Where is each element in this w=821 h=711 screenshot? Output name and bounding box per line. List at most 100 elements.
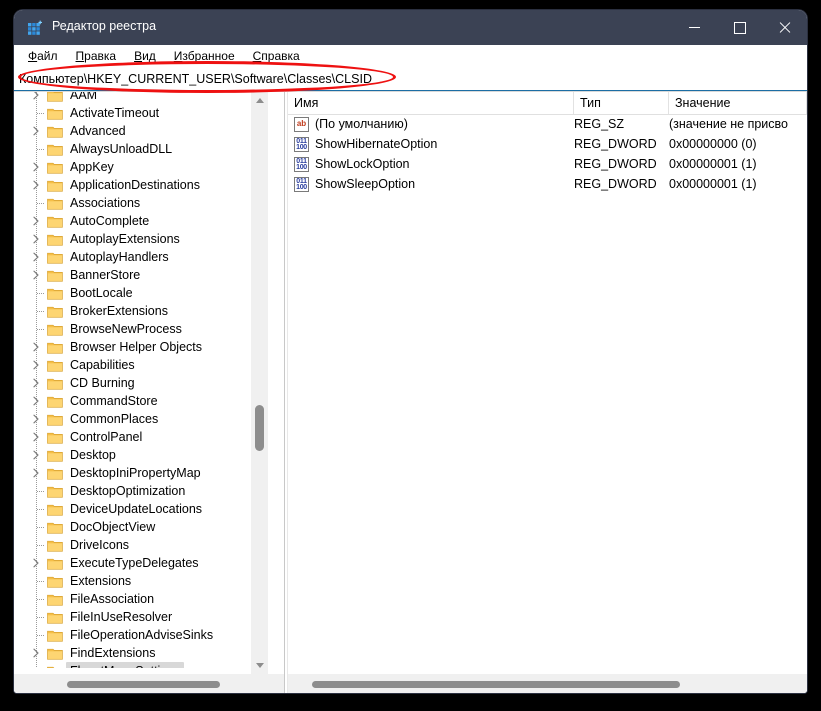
tree-item-docobjectview[interactable]: DocObjectView [14, 518, 268, 536]
tree-horizontal-scrollbar[interactable] [14, 674, 284, 693]
chevron-right-icon[interactable] [30, 215, 42, 227]
tree-item-brokerextensions[interactable]: BrokerExtensions [14, 302, 268, 320]
dword-value-icon: 011 100 [294, 157, 309, 172]
value-row[interactable]: 011 100 ShowLockOption REG_DWORD 0x00000001 … [288, 155, 807, 175]
chevron-right-icon[interactable] [30, 179, 42, 191]
tree-connector-line [37, 617, 44, 618]
menu-item-view[interactable]: Вид [134, 47, 165, 65]
tree-hscroll-thumb[interactable] [67, 681, 220, 688]
tree-item-bootlocale[interactable]: BootLocale [14, 284, 268, 302]
tree-connector-line [37, 527, 44, 528]
tree-item-commonplaces[interactable]: CommonPlaces [14, 410, 268, 428]
folder-icon [47, 593, 63, 606]
address-input[interactable] [14, 68, 807, 89]
close-button[interactable] [762, 10, 807, 45]
tree-item-autoplayextensions[interactable]: AutoplayExtensions [14, 230, 268, 248]
registry-tree[interactable]: AAM ActivateTimeout Advanced AlwaysUnloadDL… [14, 92, 268, 668]
tree-item-autoplayhandlers[interactable]: AutoplayHandlers [14, 248, 268, 266]
chevron-right-icon[interactable] [30, 395, 42, 407]
folder-icon [47, 287, 63, 300]
column-header-value[interactable]: Значение [669, 92, 807, 114]
tree-item-applicationdestinations[interactable]: ApplicationDestinations [14, 176, 268, 194]
folder-icon [47, 557, 63, 570]
tree-item-deviceupdatelocations[interactable]: DeviceUpdateLocations [14, 500, 268, 518]
tree-item-bannerstore[interactable]: BannerStore [14, 266, 268, 284]
tree-item-cd-burning[interactable]: CD Burning [14, 374, 268, 392]
tree-item-desktopoptimization[interactable]: DesktopOptimization [14, 482, 268, 500]
tree-item-fileoperationadvisesinks[interactable]: FileOperationAdviseSinks [14, 626, 268, 644]
tree-item-associations[interactable]: Associations [14, 194, 268, 212]
tree-item-browser-helper-objects[interactable]: Browser Helper Objects [14, 338, 268, 356]
values-horizontal-scrollbar[interactable] [288, 674, 807, 693]
chevron-right-icon[interactable] [30, 431, 42, 443]
tree-indent-guide [36, 662, 37, 668]
chevron-right-icon[interactable] [30, 233, 42, 245]
values-hscroll-thumb[interactable] [312, 681, 680, 688]
chevron-right-icon[interactable] [30, 647, 42, 659]
tree-item-driveicons[interactable]: DriveIcons [14, 536, 268, 554]
tree-item-appkey[interactable]: AppKey [14, 158, 268, 176]
chevron-right-icon[interactable] [30, 377, 42, 389]
chevron-right-icon[interactable] [30, 161, 42, 173]
title-bar[interactable]: Редактор реестра [14, 10, 807, 45]
tree-item-autocomplete[interactable]: AutoComplete [14, 212, 268, 230]
tree-item-fileinuseresolver[interactable]: FileInUseResolver [14, 608, 268, 626]
chevron-right-icon[interactable] [30, 557, 42, 569]
menu-item-file[interactable]: Файл [28, 47, 67, 65]
scroll-up-button[interactable] [251, 92, 268, 109]
tree-item-desktop[interactable]: Desktop [14, 446, 268, 464]
scroll-down-button[interactable] [251, 657, 268, 674]
menu-item-favorites[interactable]: Избранное [174, 47, 244, 65]
tree-item-executetypedelegates[interactable]: ExecuteTypeDelegates [14, 554, 268, 572]
folder-icon [47, 521, 63, 534]
menu-label: збранное [182, 49, 235, 63]
folder-icon [47, 107, 63, 120]
value-row[interactable]: ab (По умолчанию) REG_SZ (значение не присв… [288, 115, 807, 135]
main-content: AAM ActivateTimeout Advanced AlwaysUnloadDL… [14, 92, 807, 693]
value-row[interactable]: 011 100 ShowSleepOption REG_DWORD 0x00000001… [288, 175, 807, 195]
tree-item-browsenewprocess[interactable]: BrowseNewProcess [14, 320, 268, 338]
menu-item-help[interactable]: Справка [253, 47, 309, 65]
tree-item-fileassociation[interactable]: FileAssociation [14, 590, 268, 608]
chevron-right-icon[interactable] [30, 359, 42, 371]
chevron-right-icon[interactable] [30, 341, 42, 353]
chevron-right-icon[interactable] [30, 92, 42, 101]
chevron-right-icon[interactable] [30, 467, 42, 479]
chevron-right-icon[interactable] [30, 449, 42, 461]
chevron-right-icon[interactable] [30, 269, 42, 281]
column-header-name[interactable]: Имя [288, 92, 574, 114]
folder-icon [47, 305, 63, 318]
tree-item-commandstore[interactable]: CommandStore [14, 392, 268, 410]
dword-value-icon: 011 100 [294, 177, 309, 192]
value-row[interactable]: 011 100 ShowHibernateOption REG_DWORD 0x0000… [288, 135, 807, 155]
tree-item-findextensions[interactable]: FindExtensions [14, 644, 268, 662]
tree-item-flyoutmenusettings[interactable]: FlyoutMenuSettings [14, 662, 268, 668]
tree-item-controlpanel[interactable]: ControlPanel [14, 428, 268, 446]
menu-item-edit[interactable]: Правка [76, 47, 126, 65]
menu-label: айл [37, 49, 58, 63]
tree-item-capabilities[interactable]: Capabilities [14, 356, 268, 374]
folder-icon [47, 197, 63, 210]
menu-bar: Файл Правка Вид Избранное Справка [14, 45, 807, 67]
menu-label: ид [142, 49, 156, 63]
chevron-right-icon[interactable] [30, 251, 42, 263]
tree-item-label: DeviceUpdateLocations [70, 502, 203, 516]
tree-item-alwaysunloaddll[interactable]: AlwaysUnloadDLL [14, 140, 268, 158]
values-list[interactable]: ab (По умолчанию) REG_SZ (значение не присв… [288, 115, 807, 673]
tree-item-activatetimeout[interactable]: ActivateTimeout [14, 104, 268, 122]
tree-item-label: AutoComplete [70, 214, 150, 228]
tree-item-desktopinipropertymap[interactable]: DesktopIniPropertyMap [14, 464, 268, 482]
tree-item-extensions[interactable]: Extensions [14, 572, 268, 590]
tree-connector-line [37, 599, 44, 600]
tree-item-advanced[interactable]: Advanced [14, 122, 268, 140]
tree-vertical-scrollbar[interactable] [250, 92, 268, 674]
tree-item-label: CD Burning [70, 376, 135, 390]
chevron-right-icon[interactable] [30, 125, 42, 137]
tree-item-label: AlwaysUnloadDLL [70, 142, 173, 156]
column-header-type[interactable]: Тип [574, 92, 669, 114]
maximize-button[interactable] [717, 10, 762, 45]
chevron-right-icon[interactable] [30, 413, 42, 425]
tree-scroll-thumb[interactable] [255, 405, 264, 451]
minimize-button[interactable] [672, 10, 717, 45]
tree-item-aam[interactable]: AAM [14, 92, 268, 104]
